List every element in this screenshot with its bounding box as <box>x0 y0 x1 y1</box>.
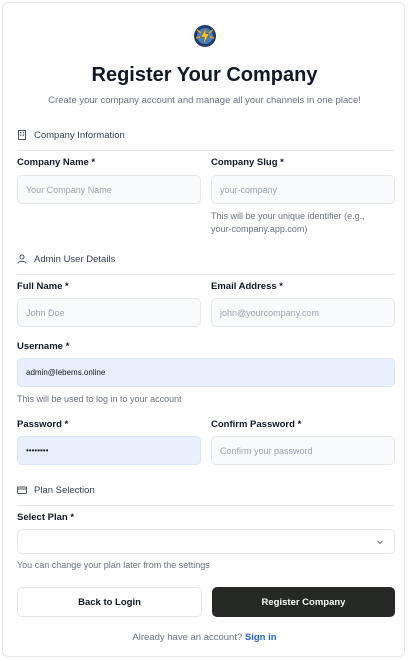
page-subtitle: Create your company account and manage a… <box>48 95 361 106</box>
page-title: Register Your Company <box>91 64 318 86</box>
company-slug-input[interactable]: your-company <box>211 175 395 204</box>
company-slug-placeholder: your-company <box>220 184 278 195</box>
section-plan-selection: Plan Selection <box>17 481 395 506</box>
username-value: admin@lebems.online <box>26 368 106 377</box>
sign-in-link[interactable]: Sign in <box>245 632 277 643</box>
email-placeholder: john@yourcompany.com <box>220 307 320 318</box>
chevron-down-icon <box>377 540 383 544</box>
email-input[interactable]: john@yourcompany.com <box>211 298 395 327</box>
sign-in-prompt: Already have an account? Sign in <box>0 632 409 643</box>
building-icon <box>18 130 26 140</box>
user-icon <box>17 254 27 264</box>
full-name-placeholder: John Doe <box>26 307 65 318</box>
email-label: Email Address * <box>211 281 283 292</box>
section-title: Admin User Details <box>34 253 116 265</box>
section-admin-user-details: Admin User Details <box>17 250 395 275</box>
full-name-input[interactable]: John Doe <box>17 298 201 327</box>
company-name-label: Company Name * <box>17 157 96 168</box>
plan-select[interactable] <box>17 529 395 554</box>
username-label: Username * <box>17 341 70 352</box>
plan-help: You can change your plan later from the … <box>17 560 210 570</box>
credit-card-icon <box>17 486 27 494</box>
full-name-label: Full Name * <box>17 281 69 292</box>
company-slug-help: This will be your unique identifier (e.g… <box>211 211 365 234</box>
section-title: Company Information <box>34 129 125 141</box>
section-title: Plan Selection <box>34 484 95 496</box>
lightning-logo-icon <box>194 25 216 47</box>
password-label: Password * <box>17 419 69 430</box>
username-help: This will be used to log in to your acco… <box>17 394 182 404</box>
password-input[interactable]: •••••••• <box>17 436 201 465</box>
back-to-login-button[interactable]: Back to Login <box>17 587 202 617</box>
password-value: •••••••• <box>26 446 49 455</box>
confirm-password-label: Confirm Password * <box>211 419 302 430</box>
company-name-placeholder: Your Company Name <box>26 184 112 195</box>
company-slug-label: Company Slug * <box>211 157 284 168</box>
confirm-password-input[interactable]: Confirm your password <box>211 436 395 465</box>
select-plan-label: Select Plan * <box>17 512 75 523</box>
username-input[interactable]: admin@lebems.online <box>17 358 395 387</box>
sign-in-prompt-text: Already have an account? <box>132 632 243 643</box>
confirm-password-placeholder: Confirm your password <box>220 445 313 456</box>
company-name-input[interactable]: Your Company Name <box>17 175 201 204</box>
section-company-information: Company Information <box>17 126 395 151</box>
register-company-button[interactable]: Register Company <box>212 587 395 617</box>
